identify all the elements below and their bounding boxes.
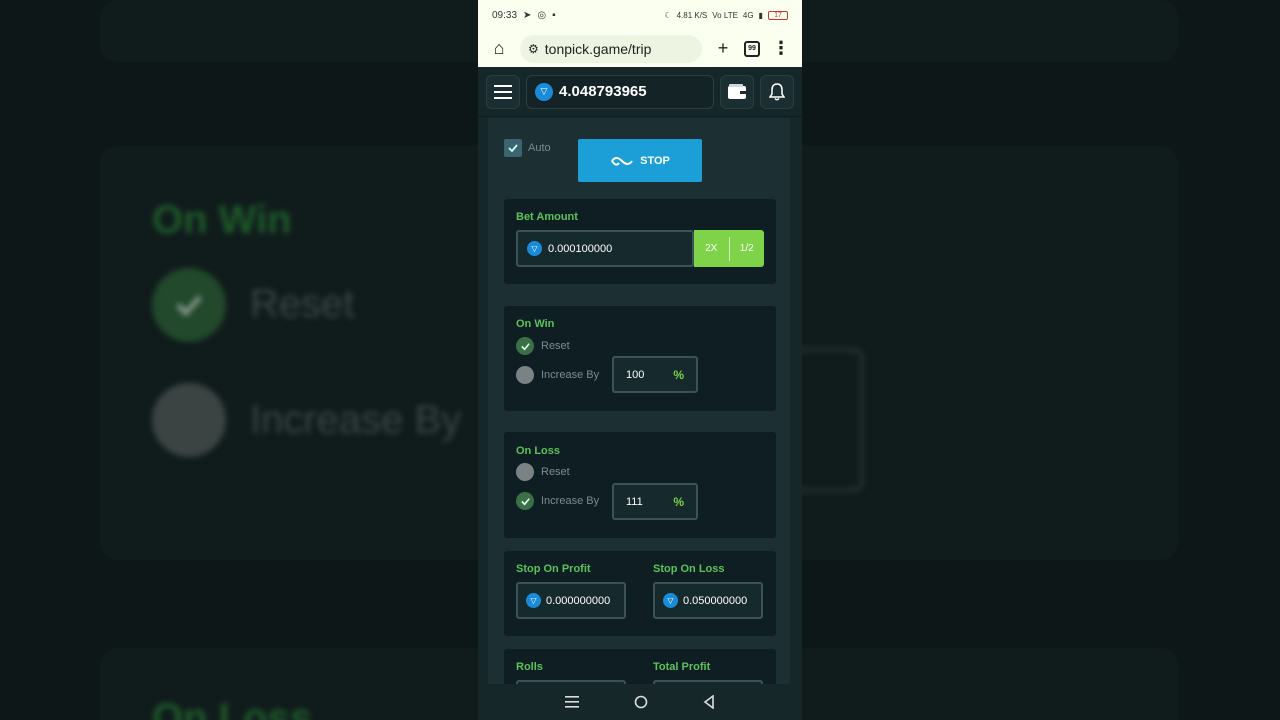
infinity-icon	[611, 156, 633, 166]
instagram-icon: ◎	[537, 9, 547, 21]
bg-on-win-title: On Win	[152, 198, 292, 242]
status-bar: 09:33 ➤ ◎ ▪ ☾ 4.81 K/S Vo LTE 4G ▮ 17	[478, 0, 802, 30]
bet-amount-input[interactable]: ▽ 0.000100000	[516, 230, 694, 267]
stop-on-loss-label: Stop On Loss	[653, 563, 725, 575]
percent-icon: %	[673, 494, 684, 509]
stop-on-profit-label: Stop On Profit	[516, 563, 591, 575]
on-win-reset-option[interactable]: Reset	[516, 337, 570, 355]
half-button[interactable]: 1/2	[730, 243, 765, 254]
radio-checked-icon[interactable]	[516, 337, 534, 355]
on-loss-increase-option[interactable]: Increase By	[516, 492, 599, 510]
back-icon[interactable]	[703, 695, 715, 709]
stop-button[interactable]: STOP	[578, 139, 702, 182]
recent-apps-icon[interactable]	[565, 696, 580, 708]
bell-icon	[769, 82, 785, 100]
on-win-reset-label: Reset	[541, 340, 570, 352]
ton-coin-icon: ▽	[526, 593, 541, 608]
bg-check-icon	[152, 268, 226, 342]
home-nav-icon[interactable]	[634, 695, 648, 709]
wallet-button[interactable]	[720, 74, 754, 109]
ton-coin-icon: ▽	[663, 593, 678, 608]
wallet-icon	[728, 84, 746, 99]
check-icon	[508, 144, 518, 153]
telegram-icon: ➤	[523, 9, 532, 21]
on-loss-increase-input[interactable]: 111 %	[612, 483, 698, 520]
system-nav-bar	[478, 684, 802, 720]
auto-checkbox[interactable]	[504, 139, 522, 157]
bg-on-loss-title: On Loss	[152, 696, 313, 720]
on-loss-increase-value: 111	[626, 495, 643, 508]
radio-unchecked-icon[interactable]	[516, 463, 534, 481]
percent-icon: %	[673, 367, 684, 382]
bet-amount-card: Bet Amount ▽ 0.000100000 2X 1/2	[504, 199, 776, 284]
stop-label: STOP	[640, 154, 670, 167]
app-header: ▽ 4.048793965	[478, 67, 802, 117]
on-loss-reset-option[interactable]: Reset	[516, 463, 570, 481]
bg-radio-icon	[152, 383, 226, 457]
bg-reset-text: Reset	[250, 282, 355, 326]
phone-screen: 09:33 ➤ ◎ ▪ ☾ 4.81 K/S Vo LTE 4G ▮ 17 ⌂ …	[478, 0, 802, 720]
video-icon: ▪	[552, 9, 556, 21]
bg-increase-text: Increase By	[250, 398, 462, 442]
stop-on-profit-input[interactable]: ▽ 0.000000000	[516, 582, 626, 619]
radio-unchecked-icon[interactable]	[516, 366, 534, 384]
new-tab-icon[interactable]: +	[712, 38, 734, 59]
on-loss-label: On Loss	[516, 445, 561, 457]
on-win-increase-value: 100	[626, 368, 645, 381]
status-network: Vo LTE	[712, 10, 738, 20]
stats-card: Rolls Total Profit	[504, 649, 776, 684]
ton-coin-icon: ▽	[527, 241, 542, 256]
stop-on-loss-input[interactable]: ▽ 0.050000000	[653, 582, 763, 619]
total-profit-label: Total Profit	[653, 661, 711, 673]
bet-amount-label: Bet Amount	[516, 211, 578, 223]
on-win-label: On Win	[516, 318, 555, 330]
auto-toggle[interactable]: Auto	[504, 139, 551, 157]
on-win-increase-label: Increase By	[541, 369, 600, 381]
status-signal: 4G	[742, 10, 754, 20]
browser-bar: ⌂ ⚙ tonpick.game/trip + 99 ⋮	[478, 30, 802, 67]
menu-button[interactable]	[486, 74, 520, 109]
balance-value: 4.048793965	[559, 83, 647, 100]
double-button[interactable]: 2X	[694, 243, 729, 254]
stop-on-loss-value: 0.050000000	[683, 594, 748, 607]
auto-label: Auto	[528, 142, 551, 154]
notifications-button[interactable]	[760, 74, 794, 109]
site-settings-icon[interactable]: ⚙	[528, 42, 539, 56]
on-win-increase-input[interactable]: 100 %	[612, 356, 698, 393]
stop-conditions-card: Stop On Profit Stop On Loss ▽ 0.00000000…	[504, 551, 776, 636]
battery-icon: 17	[768, 10, 788, 20]
home-icon[interactable]: ⌂	[488, 38, 510, 59]
on-loss-reset-label: Reset	[541, 466, 570, 478]
rolls-label: Rolls	[516, 661, 543, 673]
on-win-increase-option[interactable]: Increase By	[516, 366, 599, 384]
on-loss-card: On Loss Reset Increase By 111 %	[504, 432, 776, 538]
hamburger-icon	[494, 84, 512, 99]
radio-checked-icon[interactable]	[516, 492, 534, 510]
on-win-card: On Win Reset Increase By 100 %	[504, 306, 776, 411]
moon-icon: ☾	[664, 10, 672, 20]
url-field[interactable]: ⚙ tonpick.game/trip	[520, 34, 702, 63]
url-text: tonpick.game/trip	[544, 40, 652, 57]
stop-on-profit-value: 0.000000000	[546, 594, 611, 607]
status-time: 09:33	[492, 9, 518, 21]
ton-coin-icon: ▽	[535, 82, 553, 101]
auto-bet-panel: Auto STOP Bet Amount ▽ 0.000100000 2X 1/…	[488, 118, 790, 684]
bet-amount-value: 0.000100000	[548, 242, 613, 255]
signal-icon: ▮	[758, 10, 763, 20]
balance-display[interactable]: ▽ 4.048793965	[526, 74, 714, 109]
status-speed: 4.81 K/S	[676, 10, 708, 20]
more-menu-icon[interactable]: ⋮	[770, 38, 792, 59]
on-loss-increase-label: Increase By	[541, 495, 600, 507]
bet-multiplier-buttons: 2X 1/2	[694, 230, 764, 267]
tab-count-button[interactable]: 99	[744, 40, 760, 57]
